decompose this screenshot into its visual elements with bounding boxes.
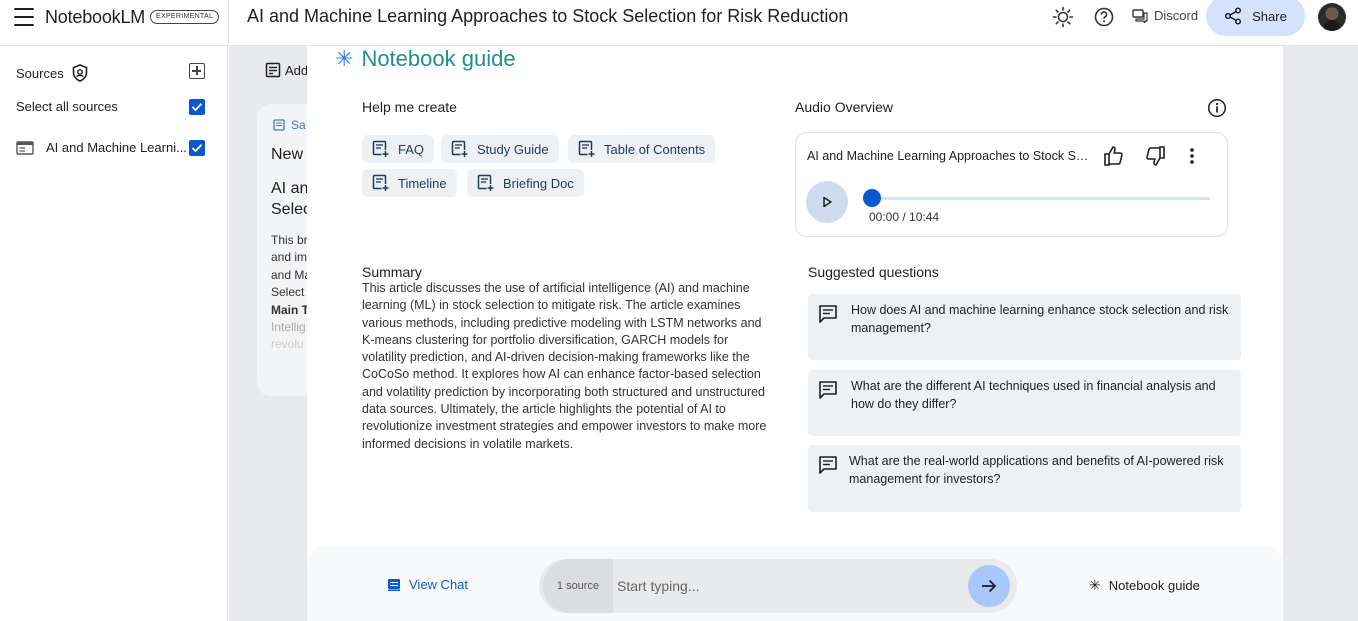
summary-heading: Summary xyxy=(362,264,422,280)
suggested-question-card[interactable]: What are the real-world applications and… xyxy=(808,445,1241,512)
suggested-question-card[interactable]: How does AI and machine learning enhance… xyxy=(808,294,1241,360)
note-add-icon xyxy=(477,174,495,192)
sparkle-icon: ✳ xyxy=(335,46,354,71)
note-card-type: Sa xyxy=(291,118,306,132)
shield-icon xyxy=(72,64,88,82)
avatar[interactable] xyxy=(1318,3,1346,31)
audio-player: AI and Machine Learning Approaches to St… xyxy=(795,132,1228,237)
guide-title: ✳ Notebook guide xyxy=(335,46,516,72)
study-guide-chip[interactable]: Study Guide xyxy=(441,135,559,163)
note-icon xyxy=(273,119,285,131)
chip-label: Study Guide xyxy=(477,141,549,157)
more-vert-icon[interactable] xyxy=(1189,147,1195,170)
chip-label: Timeline xyxy=(398,175,447,191)
source-checkbox[interactable] xyxy=(189,140,205,156)
check-icon xyxy=(191,144,203,153)
sources-header: Sources xyxy=(16,64,88,82)
experimental-badge: EXPERIMENTAL xyxy=(150,10,220,24)
share-label: Share xyxy=(1252,8,1287,24)
notebook-guide-panel: ✳ Notebook guide Help me create FAQ Stud… xyxy=(307,46,1283,621)
chat-icon xyxy=(388,578,400,591)
note-card-new: New xyxy=(271,146,304,163)
view-chat-button[interactable]: View Chat xyxy=(387,577,468,592)
notebook-title[interactable]: AI and Machine Learning Approaches to St… xyxy=(247,6,848,27)
add-note-button[interactable]: Add xyxy=(265,62,308,78)
menu-icon[interactable] xyxy=(14,8,34,26)
table-of-contents-chip[interactable]: Table of Contents xyxy=(568,135,716,163)
play-icon xyxy=(823,196,832,208)
suggested-questions-heading: Suggested questions xyxy=(808,264,939,280)
suggested-question-text: What are the different AI techniques use… xyxy=(851,379,1216,411)
chat-bubbles-icon xyxy=(1132,8,1148,23)
play-button[interactable] xyxy=(806,181,848,223)
source-count-badge[interactable]: 1 source xyxy=(543,559,613,613)
audio-overview-heading: Audio Overview xyxy=(795,99,894,115)
discord-link[interactable]: Discord xyxy=(1132,8,1198,23)
help-me-create-heading: Help me create xyxy=(362,99,457,115)
help-icon[interactable] xyxy=(1092,5,1116,29)
view-chat-label: View Chat xyxy=(409,577,469,592)
question-chat-icon xyxy=(819,381,837,399)
chip-label: Briefing Doc xyxy=(503,175,574,191)
suggested-question-card[interactable]: What are the different AI techniques use… xyxy=(808,370,1241,436)
notebook-guide-label: Notebook guide xyxy=(1108,578,1200,593)
theme-toggle-icon[interactable] xyxy=(1051,5,1075,29)
check-icon xyxy=(191,103,203,112)
sources-sidebar: Sources Select all sources AI and Machin… xyxy=(0,46,228,621)
audio-time: 00:00 / 10:44 xyxy=(869,210,940,224)
chip-label: FAQ xyxy=(398,141,425,157)
chat-input-container: 1 source xyxy=(539,559,1017,613)
notebook-guide-button[interactable]: ✳ Notebook guide xyxy=(1089,577,1200,594)
select-all-row: Select all sources xyxy=(16,99,118,114)
source-item[interactable]: AI and Machine Learni... xyxy=(16,140,187,155)
select-all-label: Select all sources xyxy=(16,99,118,114)
header-divider xyxy=(228,0,229,46)
note-add-icon xyxy=(451,140,469,158)
question-chat-icon xyxy=(819,305,837,323)
select-all-checkbox[interactable] xyxy=(189,99,205,115)
add-source-button[interactable] xyxy=(189,63,205,79)
chat-input[interactable] xyxy=(617,571,957,601)
faq-chip[interactable]: FAQ xyxy=(362,135,435,163)
top-bar: NotebookLM EXPERIMENTAL AI and Machine L… xyxy=(0,0,1358,46)
summary-text: This article discusses the use of artifi… xyxy=(362,281,767,451)
thumbs-down-icon[interactable] xyxy=(1144,145,1166,172)
document-icon xyxy=(16,140,34,155)
note-add-icon xyxy=(372,140,390,158)
audio-progress-track[interactable] xyxy=(872,197,1210,200)
discord-label: Discord xyxy=(1154,8,1199,23)
suggested-question-text: What are the real-world applications and… xyxy=(849,454,1224,486)
sparkle-icon: ✳ xyxy=(1089,577,1101,593)
briefing-doc-chip[interactable]: Briefing Doc xyxy=(467,169,584,197)
source-item-label: AI and Machine Learni... xyxy=(46,140,187,155)
audio-scrubber[interactable] xyxy=(863,189,881,207)
sources-label: Sources xyxy=(16,65,64,81)
timeline-chip[interactable]: Timeline xyxy=(362,169,457,197)
share-button[interactable]: Share xyxy=(1206,0,1305,36)
info-icon[interactable] xyxy=(1207,98,1227,123)
share-icon xyxy=(1225,7,1242,25)
chip-label: Table of Contents xyxy=(604,141,706,157)
note-add-icon xyxy=(372,174,390,192)
chat-input-bar: View Chat 1 source ✳ Notebook guide xyxy=(307,545,1283,621)
question-chat-icon xyxy=(819,456,837,474)
add-note-label: Add xyxy=(285,62,309,78)
app-brand: NotebookLM xyxy=(45,7,146,27)
guide-title-text: Notebook guide xyxy=(361,46,516,71)
arrow-right-icon xyxy=(982,579,997,593)
send-button[interactable] xyxy=(968,565,1010,607)
thumbs-up-icon[interactable] xyxy=(1103,145,1125,172)
note-card-label: Sa xyxy=(273,118,306,132)
note-add-icon xyxy=(265,62,281,78)
audio-title: AI and Machine Learning Approaches to St… xyxy=(807,149,1092,163)
note-add-icon xyxy=(578,140,596,158)
suggested-question-text: How does AI and machine learning enhance… xyxy=(851,303,1229,335)
